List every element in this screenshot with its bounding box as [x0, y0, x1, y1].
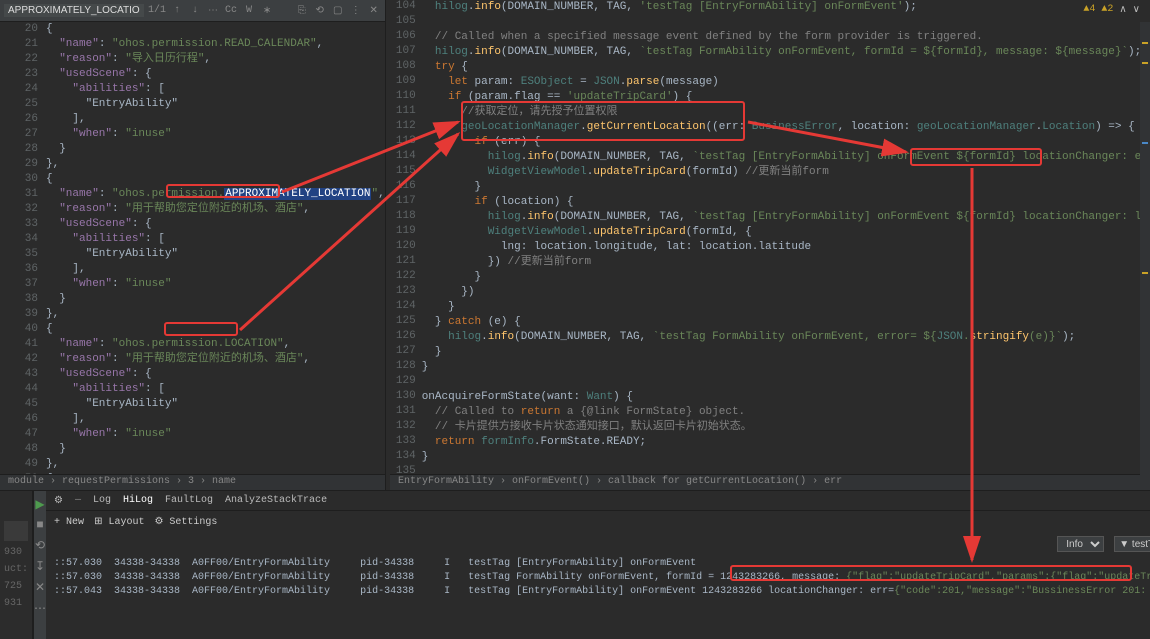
find-word-icon[interactable]: W: [242, 4, 256, 18]
left-code-area[interactable]: 2021222324252627282930313233343536373839…: [0, 22, 385, 474]
log-line[interactable]: ::57.030 34338-34338 A0FF00/EntryFormAbi…: [54, 571, 1150, 585]
log-settings-button[interactable]: ⚙ Settings: [154, 516, 217, 528]
find-more-icon[interactable]: ⋯: [206, 4, 220, 18]
find-close-icon[interactable]: ✕: [367, 4, 381, 18]
restart-icon[interactable]: ⟲: [35, 538, 45, 553]
find-count: 1/1: [148, 5, 166, 16]
log-tabs: ⚙ ― Log HiLog FaultLog AnalyzeStackTrace: [46, 491, 1150, 511]
warn-count-1: ▲4: [1083, 4, 1095, 16]
find-next-icon[interactable]: ↓: [188, 4, 202, 18]
find-sel-icon[interactable]: ▢: [331, 4, 345, 18]
find-pin-icon[interactable]: ⎘: [295, 4, 309, 18]
find-prev-icon[interactable]: ↑: [170, 4, 184, 18]
inspection-strip[interactable]: ▲4 ▲2 ∧ ∨: [1083, 4, 1140, 16]
layout-button[interactable]: ⊞ Layout: [94, 516, 144, 528]
find-wrap-icon[interactable]: ⟲: [313, 4, 327, 18]
log-side-panel: 930 uct: 725 931: [0, 491, 33, 639]
minimap[interactable]: [1140, 22, 1150, 490]
side-time-4: 931: [4, 598, 28, 609]
left-breadcrumb[interactable]: module › requestPermissions › 3 › name: [0, 474, 385, 490]
log-filter-bar: Info: [46, 533, 1150, 555]
find-case-icon[interactable]: Cc: [224, 4, 238, 18]
editor-split: 1/1 ↑ ↓ ⋯ Cc W ∗ ⎘ ⟲ ▢ ⋮ ✕ 2021222324252…: [0, 0, 1150, 490]
log-body: ⚙ ― Log HiLog FaultLog AnalyzeStackTrace…: [46, 491, 1150, 639]
left-gutter: 2021222324252627282930313233343536373839…: [0, 22, 44, 474]
warn-nav-icon[interactable]: ∧ ∨: [1119, 4, 1140, 16]
find-bar: 1/1 ↑ ↓ ⋯ Cc W ∗ ⎘ ⟲ ▢ ⋮ ✕: [0, 0, 385, 22]
log-toolbar: + New ⊞ Layout ⚙ Settings: [46, 511, 1150, 533]
find-regex-icon[interactable]: ∗: [260, 4, 274, 18]
log-panel: 930 uct: 725 931 ▶ ■ ⟲ ↧ ✕ ⋯ ⚙ ― Log HiL…: [0, 490, 1150, 639]
tab-log[interactable]: Log: [93, 495, 111, 506]
side-time-1: 930: [4, 547, 28, 558]
gear-icon[interactable]: ⚙: [54, 495, 63, 507]
warn-count-2: ▲2: [1101, 4, 1113, 16]
tab-faultlog[interactable]: FaultLog: [165, 495, 213, 506]
log-tool-column: ▶ ■ ⟲ ↧ ✕ ⋯: [33, 491, 46, 639]
clear-icon[interactable]: ✕: [35, 580, 45, 595]
right-code[interactable]: hilog.info(DOMAIN_NUMBER, TAG, 'testTag …: [422, 0, 1150, 490]
run-icon[interactable]: ▶: [35, 497, 44, 512]
right-gutter: 1041051061071081091101111121131141151161…: [386, 0, 422, 490]
thumb-1: [4, 521, 28, 541]
find-menu-icon[interactable]: ⋮: [349, 4, 363, 18]
tab-hilog[interactable]: HiLog: [123, 495, 153, 506]
tag-filter-input[interactable]: [1114, 536, 1150, 552]
new-session-button[interactable]: + New: [54, 517, 84, 528]
side-time-3: 725: [4, 581, 28, 592]
log-lines[interactable]: ::57.030 34338-34338 A0FF00/EntryFormAbi…: [46, 555, 1150, 639]
stop-icon[interactable]: ■: [36, 518, 43, 532]
download-icon[interactable]: ↧: [35, 559, 45, 574]
side-time-2: uct:: [4, 564, 28, 575]
left-code[interactable]: { "name": "ohos.permission.READ_CALENDAR…: [44, 22, 385, 474]
level-select[interactable]: Info: [1057, 536, 1104, 552]
right-breadcrumb[interactable]: EntryFormAbility › onFormEvent() › callb…: [390, 474, 1150, 490]
log-line[interactable]: ::57.030 34338-34338 A0FF00/EntryFormAbi…: [54, 557, 1150, 571]
left-editor-pane: 1/1 ↑ ↓ ⋯ Cc W ∗ ⎘ ⟲ ▢ ⋮ ✕ 2021222324252…: [0, 0, 386, 490]
right-editor-pane: 1041051061071081091101111121131141151161…: [386, 0, 1150, 490]
log-line[interactable]: ::57.043 34338-34338 A0FF00/EntryFormAbi…: [54, 585, 1150, 599]
tab-analyze[interactable]: AnalyzeStackTrace: [225, 495, 327, 506]
more-icon[interactable]: ⋯: [34, 601, 46, 616]
find-input[interactable]: [4, 4, 144, 17]
